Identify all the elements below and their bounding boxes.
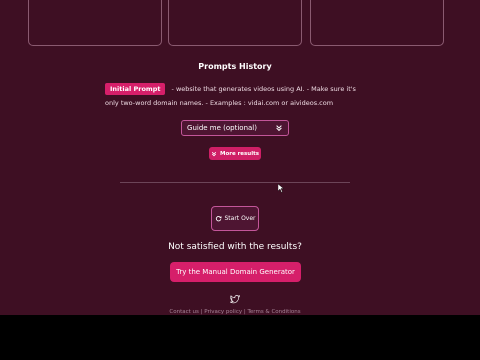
twitter-icon[interactable]	[230, 295, 240, 304]
chevrons-down-icon	[276, 125, 282, 132]
domain-card[interactable]	[310, 0, 444, 46]
more-results-button[interactable]: More results	[209, 147, 261, 160]
divider	[120, 182, 350, 183]
refresh-icon	[215, 216, 222, 222]
start-over-label: Start Over	[224, 215, 256, 222]
mouse-cursor-icon	[278, 184, 284, 193]
initial-prompt-badge: Initial Prompt	[105, 83, 166, 95]
start-over-button[interactable]: Start Over	[211, 206, 259, 231]
more-results-label: More results	[219, 150, 260, 157]
domain-card[interactable]	[168, 0, 302, 46]
prompts-history-title: Prompts History	[198, 62, 272, 71]
prompt-history-entry: Initial Prompt - website that generates …	[105, 82, 370, 110]
letterbox-bar	[0, 315, 480, 360]
page: Prompts History Initial Prompt - website…	[0, 0, 480, 315]
domain-cards-row	[0, 0, 480, 46]
guide-me-button[interactable]: Guide me (optional)	[181, 120, 289, 136]
not-satisfied-text: Not satisfied with the results?	[168, 242, 302, 252]
manual-domain-generator-button[interactable]: Try the Manual Domain Generator	[170, 262, 301, 282]
guide-me-label: Guide me (optional)	[187, 124, 257, 132]
chevrons-down-icon	[211, 151, 217, 156]
domain-card[interactable]	[28, 0, 162, 46]
